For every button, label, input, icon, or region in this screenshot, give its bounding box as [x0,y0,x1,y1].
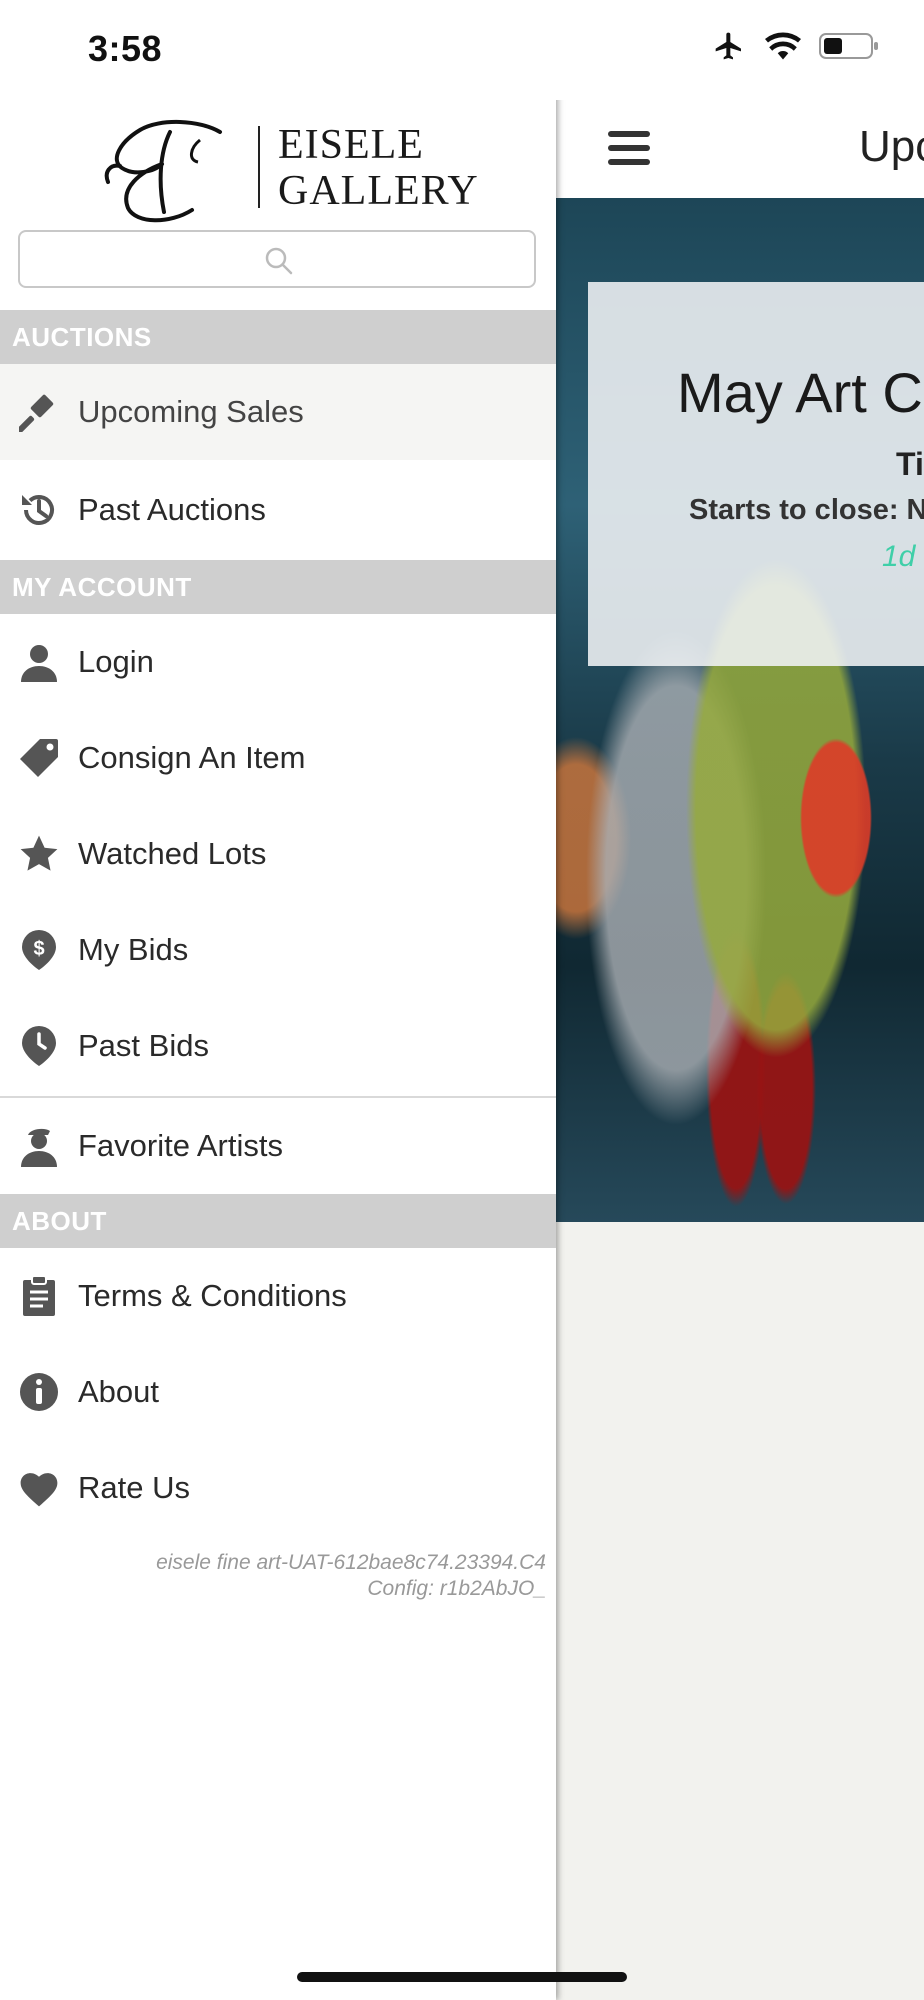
menu-label: Upcoming Sales [78,394,304,429]
clipboard-icon [17,1274,61,1318]
main-content: Upc [556,0,924,2000]
search-input[interactable] [18,230,536,288]
hamburger-menu-icon[interactable] [608,130,650,166]
history-icon [17,488,61,532]
menu-label: Login [78,644,154,679]
menu-label: Rate Us [78,1470,190,1505]
menu-label: Terms & Conditions [78,1278,347,1313]
menu-label: Favorite Artists [78,1128,283,1163]
status-time: 3:58 [88,28,163,69]
menu-label: Past Auctions [78,492,266,527]
page-title: Upc [859,122,924,171]
tag-icon [17,736,61,780]
airplane-icon [715,32,741,60]
menu-item-upcoming-sales[interactable]: Upcoming Sales [0,364,556,460]
user-icon [17,640,61,684]
section-header-auctions: AUCTIONS [0,310,556,364]
wifi-icon [765,32,801,60]
top-bar: Upc [556,100,924,198]
logo-line-2: GALLERY [278,168,479,214]
menu-item-rate-us[interactable]: Rate Us [0,1440,556,1536]
eisele-gallery-logo: EISELE GALLERY [100,112,478,230]
gavel-icon [17,390,61,434]
app-version-info: eisele fine art-UAT-612bae8c74.23394.C4 … [156,1550,546,1602]
logo-text: EISELE GALLERY [278,122,479,214]
menu-label: Watched Lots [78,836,267,871]
logo-line-1: EISELE [278,122,424,168]
status-icons [711,30,879,62]
section-header-about: ABOUT [0,1194,556,1248]
side-drawer: EISELE GALLERY AUCTIONS Upcoming Sales P… [0,0,556,2000]
search-icon [265,247,293,275]
menu-label: About [78,1374,160,1409]
menu-item-consign[interactable]: Consign An Item [0,710,556,806]
home-indicator[interactable] [297,1972,627,1982]
menu-label: Past Bids [78,1028,209,1063]
sale-hero-image[interactable] [556,198,924,1222]
section-header-my-account: MY ACCOUNT [0,560,556,614]
menu-item-watched-lots[interactable]: Watched Lots [0,806,556,902]
clock-pin-icon [17,1024,61,1068]
star-icon [17,832,61,876]
menu-item-my-bids[interactable]: $ My Bids [0,902,556,998]
e-monogram-icon [104,120,222,223]
svg-text:$: $ [33,938,44,960]
info-icon [17,1370,61,1414]
dollar-pin-icon: $ [17,928,61,972]
menu-label: Consign An Item [78,740,306,775]
battery-icon [819,33,878,59]
menu-item-about[interactable]: About [0,1344,556,1440]
menu-item-login[interactable]: Login [0,614,556,710]
menu-item-past-bids[interactable]: Past Bids [0,998,556,1094]
menu-label: My Bids [78,932,189,967]
artist-icon [17,1124,61,1168]
version-line-1: eisele fine art-UAT-612bae8c74.23394.C4 [156,1551,546,1574]
version-line-2: Config: r1b2AbJO_ [367,1577,546,1600]
logo-divider [258,126,260,208]
menu-item-favorite-artists[interactable]: Favorite Artists [0,1098,556,1194]
heart-icon [17,1466,61,1510]
menu-item-terms[interactable]: Terms & Conditions [0,1248,556,1344]
sale-card[interactable] [588,282,924,666]
status-bar: 3:58 [0,0,924,100]
menu-item-past-auctions[interactable]: Past Auctions [0,462,556,558]
